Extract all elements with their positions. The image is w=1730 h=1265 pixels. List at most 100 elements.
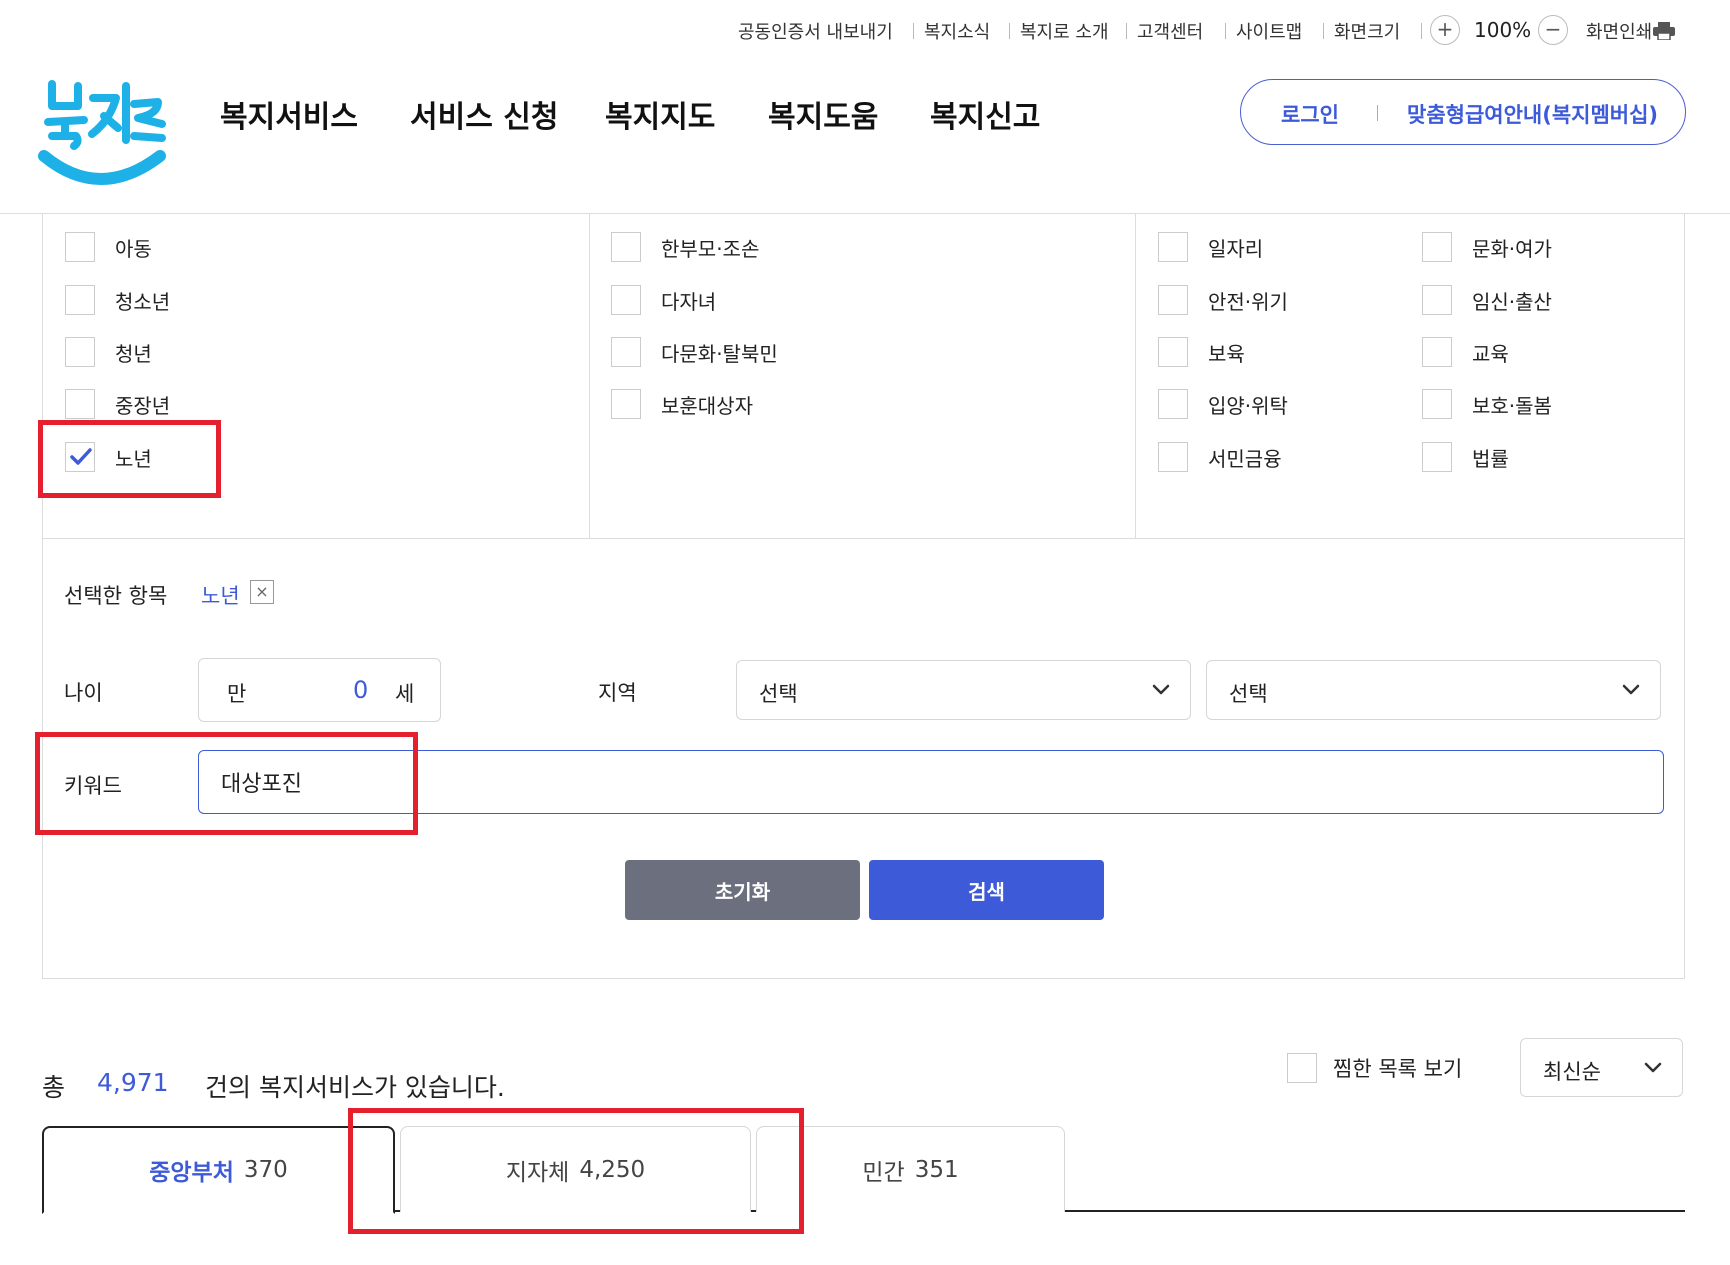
zoom-out-button[interactable]: − <box>1538 15 1568 45</box>
region-select-province[interactable]: 선택 <box>736 660 1191 720</box>
tab-private[interactable]: 민간 351 <box>756 1126 1065 1212</box>
checkbox-safety-crisis[interactable]: 안전·위기 <box>1158 285 1288 315</box>
search-button[interactable]: 검색 <box>869 860 1104 920</box>
divider <box>1323 23 1324 39</box>
checkbox-single-parent[interactable]: 한부모·조손 <box>611 232 759 262</box>
checkbox-teen[interactable]: 청소년 <box>65 285 170 315</box>
chevron-down-icon <box>1152 684 1170 695</box>
tab-count: 351 <box>914 1156 959 1183</box>
about-link[interactable]: 복지로 소개 <box>1020 18 1109 44</box>
checkbox-box[interactable] <box>1422 389 1452 419</box>
divider <box>1225 23 1226 39</box>
total-suffix: 건의 복지서비스가 있습니다. <box>205 1073 505 1102</box>
total-prefix: 총 <box>42 1073 66 1102</box>
checkbox-box[interactable] <box>65 232 95 262</box>
checkbox-box[interactable] <box>1158 442 1188 472</box>
keyword-input[interactable] <box>198 750 1664 814</box>
checkbox-youth[interactable]: 청년 <box>65 337 152 367</box>
tab-count: 4,250 <box>579 1156 646 1183</box>
print-link[interactable]: 화면인쇄 <box>1586 18 1652 44</box>
checkbox-box[interactable] <box>611 337 641 367</box>
checkbox-label: 일자리 <box>1208 236 1264 261</box>
nav-welfare-services[interactable]: 복지서비스 <box>220 92 358 136</box>
nav-welfare-help[interactable]: 복지도움 <box>768 92 878 136</box>
checkbox-pregnancy[interactable]: 임신·출산 <box>1422 285 1552 315</box>
checkbox-box[interactable] <box>1422 337 1452 367</box>
sort-select[interactable]: 최신순 <box>1520 1038 1683 1097</box>
divider <box>913 23 914 39</box>
checkbox-finance[interactable]: 서민금융 <box>1158 442 1282 472</box>
check-icon <box>70 448 92 465</box>
remove-tag-button[interactable]: × <box>250 580 274 604</box>
nav-welfare-report[interactable]: 복지신고 <box>930 92 1040 136</box>
tab-name: 중앙부처 <box>149 1160 234 1186</box>
tab-central-ministry[interactable]: 중앙부처 370 <box>42 1126 395 1214</box>
printer-icon[interactable] <box>1653 22 1675 40</box>
cert-export-link[interactable]: 공동인증서 내보내기 <box>738 18 893 44</box>
checkbox-box[interactable] <box>611 389 641 419</box>
checkbox-childcare[interactable]: 보육 <box>1158 337 1245 367</box>
checkbox-multicultural[interactable]: 다문화·탈북민 <box>611 337 778 367</box>
checkbox-senior[interactable]: 노년 <box>65 442 152 472</box>
nav-welfare-map[interactable]: 복지지도 <box>605 92 715 136</box>
favorites-label: 찜한 목록 보기 <box>1333 1057 1463 1081</box>
screen-size-label: 화면크기 <box>1334 22 1401 43</box>
checkbox-middle-aged[interactable]: 중장년 <box>65 389 170 419</box>
login-link[interactable]: 로그인 <box>1281 99 1339 129</box>
checkbox-label: 청년 <box>115 341 152 366</box>
checkbox-label: 보훈대상자 <box>661 393 753 418</box>
checkbox-legal[interactable]: 법률 <box>1422 442 1509 472</box>
checkbox-education[interactable]: 교육 <box>1422 337 1509 367</box>
checkbox-box[interactable] <box>65 285 95 315</box>
checkbox-jobs[interactable]: 일자리 <box>1158 232 1263 262</box>
membership-link[interactable]: 맞춤형급여안내(복지멤버십) <box>1407 99 1658 129</box>
sitemap-link[interactable]: 사이트맵 <box>1236 18 1302 44</box>
checkbox-label: 입양·위탁 <box>1208 393 1288 418</box>
bokjiro-logo[interactable] <box>38 76 168 188</box>
age-suffix: 세 <box>395 682 415 706</box>
checkbox-box-checked[interactable] <box>65 442 95 472</box>
total-count: 4,971 <box>97 1068 169 1097</box>
checkbox-label: 다문화·탈북민 <box>661 341 778 366</box>
checkbox-box[interactable] <box>1287 1053 1317 1083</box>
checkbox-box[interactable] <box>1158 232 1188 262</box>
checkbox-adoption[interactable]: 입양·위탁 <box>1158 389 1288 419</box>
checkbox-box[interactable] <box>1422 442 1452 472</box>
reset-button[interactable]: 초기화 <box>625 860 860 920</box>
age-field[interactable]: 만 0 세 <box>198 658 441 722</box>
region-select-city[interactable]: 선택 <box>1206 660 1661 720</box>
nav-service-apply[interactable]: 서비스 신청 <box>410 92 558 136</box>
checkbox-care[interactable]: 보호·돌봄 <box>1422 389 1552 419</box>
region-label: 지역 <box>598 681 637 705</box>
checkbox-multi-child[interactable]: 다자녀 <box>611 285 716 315</box>
checkbox-box[interactable] <box>1158 389 1188 419</box>
age-prefix: 만 <box>227 682 247 706</box>
checkbox-culture[interactable]: 문화·여가 <box>1422 232 1552 262</box>
customer-center-link[interactable]: 고객센터 <box>1137 18 1203 44</box>
checkbox-label: 임신·출산 <box>1472 289 1552 314</box>
checkbox-box[interactable] <box>65 389 95 419</box>
checkbox-box[interactable] <box>65 337 95 367</box>
checkbox-box[interactable] <box>611 232 641 262</box>
checkbox-label: 중장년 <box>115 393 171 418</box>
checkbox-veterans[interactable]: 보훈대상자 <box>611 389 753 419</box>
checkbox-box[interactable] <box>1158 285 1188 315</box>
row-divider <box>42 538 1685 539</box>
checkbox-label: 교육 <box>1472 341 1509 366</box>
checkbox-child[interactable]: 아동 <box>65 232 152 262</box>
checkbox-box[interactable] <box>1158 337 1188 367</box>
checkbox-box[interactable] <box>1422 285 1452 315</box>
tab-local-government[interactable]: 지자체 4,250 <box>400 1126 751 1212</box>
checkbox-label: 노년 <box>115 446 152 471</box>
checkbox-box[interactable] <box>1422 232 1452 262</box>
favorites-toggle[interactable]: 찜한 목록 보기 <box>1287 1053 1462 1083</box>
age-value[interactable]: 0 <box>353 676 368 704</box>
divider <box>1126 23 1127 39</box>
zoom-in-button[interactable]: + <box>1430 15 1460 45</box>
checkbox-label: 보호·돌봄 <box>1472 393 1552 418</box>
news-link[interactable]: 복지소식 <box>924 18 990 44</box>
checkbox-box[interactable] <box>611 285 641 315</box>
checkbox-label: 서민금융 <box>1208 446 1282 471</box>
divider <box>1421 23 1422 39</box>
tab-count: 370 <box>243 1157 288 1183</box>
